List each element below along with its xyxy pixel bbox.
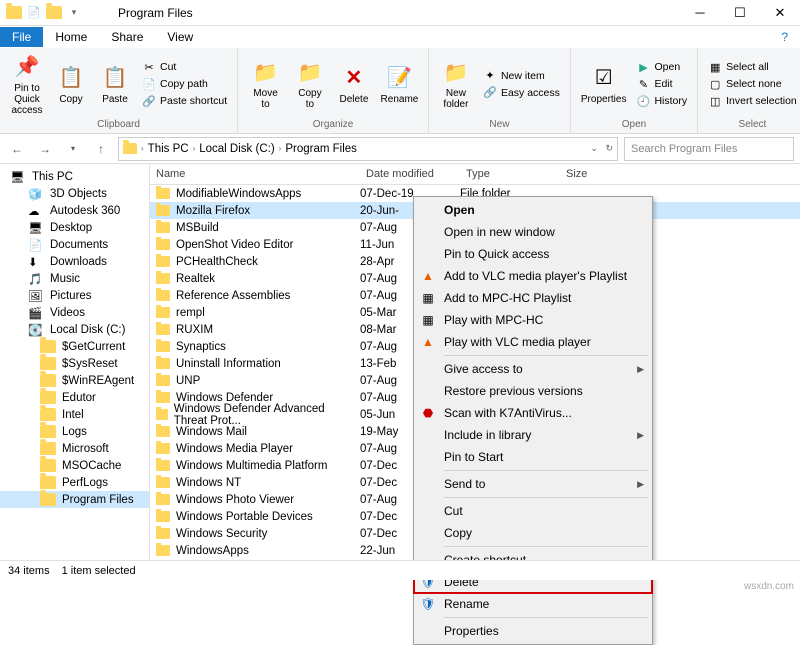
maximize-button[interactable]: ☐ <box>720 0 760 26</box>
ctx-rename[interactable]: 🛡Rename <box>414 593 652 615</box>
tree-item[interactable]: Edutor <box>0 389 149 406</box>
copy-path-button[interactable]: 📄Copy path <box>138 76 231 92</box>
pin-quick-access-button[interactable]: 📌Pin to Quick access <box>6 51 48 118</box>
copy-to-button[interactable]: 📁Copy to <box>289 56 331 112</box>
copy-button[interactable]: 📋Copy <box>50 62 92 107</box>
menu-share[interactable]: Share <box>99 27 155 47</box>
tree-item[interactable]: ☁Autodesk 360 <box>0 202 149 219</box>
shield-icon: 🛡 <box>420 596 436 612</box>
ctx-mpc-play[interactable]: ▦Play with MPC-HC <box>414 309 652 331</box>
tree-item[interactable]: Logs <box>0 423 149 440</box>
folder-icon <box>6 5 22 21</box>
ctx-give-access[interactable]: Give access to▶ <box>414 358 652 380</box>
vlc-icon: ▲ <box>420 334 436 350</box>
move-to-button[interactable]: 📁Move to <box>244 56 287 112</box>
mpc-icon: ▦ <box>420 312 436 328</box>
tree-item[interactable]: 🎬Videos <box>0 304 149 321</box>
tree-item[interactable]: Microsoft <box>0 440 149 457</box>
menu-file[interactable]: File <box>0 27 43 47</box>
address-bar: ← → ▾ ↑ › This PC› Local Disk (C:)› Prog… <box>0 134 800 164</box>
cut-button[interactable]: ✂Cut <box>138 59 231 75</box>
ctx-vlc-add[interactable]: ▲Add to VLC media player's Playlist <box>414 265 652 287</box>
tree-item[interactable]: Program Files <box>0 491 149 508</box>
ctx-restore[interactable]: Restore previous versions <box>414 380 652 402</box>
mpc-icon: ▦ <box>420 290 436 306</box>
minimize-button[interactable]: ─ <box>680 0 720 26</box>
edit-button[interactable]: ✎Edit <box>632 76 691 92</box>
invert-selection-button[interactable]: ◫Invert selection <box>704 93 800 109</box>
properties-button[interactable]: ☑Properties <box>577 62 631 107</box>
tree-item[interactable]: 🎵Music <box>0 270 149 287</box>
close-button[interactable]: ✕ <box>760 0 800 26</box>
navigation-tree[interactable]: 🖥This PC🧊3D Objects☁Autodesk 360🖥Desktop… <box>0 164 150 576</box>
title-bar: 📄 ▾ Program Files ─ ☐ ✕ <box>0 0 800 26</box>
qat-new[interactable]: 📄 <box>26 5 42 21</box>
ctx-copy[interactable]: Copy <box>414 522 652 544</box>
up-button[interactable]: ↑ <box>90 138 112 160</box>
select-none-button[interactable]: ▢Select none <box>704 76 800 92</box>
qat-folder[interactable] <box>46 5 62 21</box>
tree-item[interactable]: $WinREAgent <box>0 372 149 389</box>
qat-dropdown[interactable]: ▾ <box>66 5 82 21</box>
ctx-open-new-window[interactable]: Open in new window <box>414 221 652 243</box>
tree-item[interactable]: 🧊3D Objects <box>0 185 149 202</box>
tree-item[interactable]: 💽Local Disk (C:) <box>0 321 149 338</box>
tree-item[interactable]: 🖥This PC <box>0 168 149 185</box>
paste-shortcut-button[interactable]: 🔗Paste shortcut <box>138 93 231 109</box>
folder-icon <box>123 143 137 154</box>
tree-item[interactable]: 🖼Pictures <box>0 287 149 304</box>
tree-item[interactable]: MSOCache <box>0 457 149 474</box>
ctx-cut[interactable]: Cut <box>414 500 652 522</box>
tree-item[interactable]: 📄Documents <box>0 236 149 253</box>
breadcrumb[interactable]: › This PC› Local Disk (C:)› Program File… <box>118 137 618 161</box>
tree-item[interactable]: $GetCurrent <box>0 338 149 355</box>
tree-item[interactable]: PerfLogs <box>0 474 149 491</box>
rename-button[interactable]: 📝Rename <box>377 62 422 107</box>
menu-bar: File Home Share View ? <box>0 26 800 48</box>
recent-dropdown[interactable]: ▾ <box>62 138 84 160</box>
column-headers[interactable]: Name Date modified Type Size <box>150 164 800 185</box>
help-icon[interactable]: ? <box>769 27 800 47</box>
ctx-pin-quick[interactable]: Pin to Quick access <box>414 243 652 265</box>
ctx-pin-start[interactable]: Pin to Start <box>414 446 652 468</box>
back-button[interactable]: ← <box>6 138 28 160</box>
ctx-properties[interactable]: Properties <box>414 620 652 642</box>
paste-button[interactable]: 📋Paste <box>94 62 136 107</box>
ctx-include-library[interactable]: Include in library▶ <box>414 424 652 446</box>
select-all-button[interactable]: ▦Select all <box>704 59 800 75</box>
new-item-button[interactable]: ✦New item <box>479 68 564 84</box>
status-bar: 34 items 1 item selected <box>0 560 800 580</box>
window-title: Program Files <box>88 6 680 20</box>
open-button[interactable]: ▶Open <box>632 59 691 75</box>
tree-item[interactable]: $SysReset <box>0 355 149 372</box>
new-folder-button[interactable]: 📁New folder <box>435 56 477 112</box>
history-button[interactable]: 🕘History <box>632 93 691 109</box>
ctx-scan[interactable]: ⬣Scan with K7AntiVirus... <box>414 402 652 424</box>
shield-icon: ⬣ <box>420 405 436 421</box>
easy-access-button[interactable]: 🔗Easy access <box>479 85 564 101</box>
menu-home[interactable]: Home <box>43 27 99 47</box>
ctx-mpc-add[interactable]: ▦Add to MPC-HC Playlist <box>414 287 652 309</box>
ctx-open[interactable]: Open <box>414 199 652 221</box>
vlc-icon: ▲ <box>420 268 436 284</box>
ribbon: 📌Pin to Quick access 📋Copy 📋Paste ✂Cut 📄… <box>0 48 800 134</box>
tree-item[interactable]: Intel <box>0 406 149 423</box>
delete-button[interactable]: ✕Delete <box>333 62 375 107</box>
forward-button[interactable]: → <box>34 138 56 160</box>
tree-item[interactable]: 🖥Desktop <box>0 219 149 236</box>
ctx-send-to[interactable]: Send to▶ <box>414 473 652 495</box>
search-input[interactable]: Search Program Files <box>624 137 794 161</box>
ctx-vlc-play[interactable]: ▲Play with VLC media player <box>414 331 652 353</box>
watermark: wsxdn.com <box>744 581 794 592</box>
tree-item[interactable]: ⬇Downloads <box>0 253 149 270</box>
menu-view[interactable]: View <box>155 27 205 47</box>
